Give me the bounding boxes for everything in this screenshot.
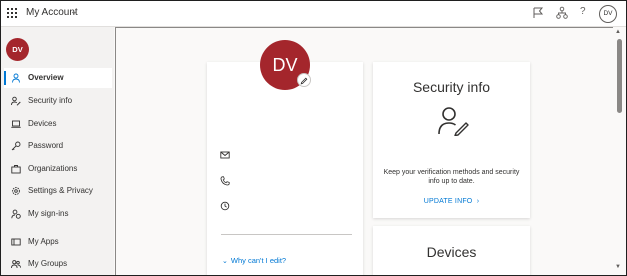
chevron-down-icon[interactable]: ⌄: [70, 6, 78, 17]
sidebar-item-my-sign-ins[interactable]: My sign-ins: [4, 204, 112, 224]
security-info-card[interactable]: Security info Keep your verification met…: [373, 62, 530, 218]
organization-icon[interactable]: [555, 6, 569, 20]
sidebar-item-label: Organizations: [28, 164, 78, 173]
sidebar-item-label: My sign-ins: [28, 209, 69, 218]
profile-card: [207, 62, 363, 275]
sidebar-item-password[interactable]: Password: [4, 136, 112, 156]
app-window: My Account ⌄ ? DV DV Overview Security i…: [0, 0, 627, 276]
scrollbar-thumb[interactable]: [617, 39, 622, 113]
sidebar-item-label: Overview: [28, 73, 64, 82]
edit-photo-icon[interactable]: [297, 73, 311, 87]
sidebar-item-devices[interactable]: Devices: [4, 114, 112, 134]
briefcase-icon: [11, 165, 21, 174]
top-bar: My Account ⌄ ? DV: [1, 1, 626, 27]
sidebar-item-organizations[interactable]: Organizations: [4, 159, 112, 179]
help-icon[interactable]: ?: [580, 6, 586, 17]
sidebar-item-label: Password: [28, 141, 64, 150]
account-avatar[interactable]: DV: [599, 5, 617, 23]
key-icon: [11, 141, 21, 151]
sidebar-item-label: My Groups: [28, 259, 68, 268]
sidebar-avatar[interactable]: DV: [6, 38, 29, 61]
gear-icon: [12, 187, 20, 195]
scroll-down-icon[interactable]: ▼: [615, 264, 621, 270]
sidebar-item-label: Security info: [28, 96, 73, 105]
sidebar: DV Overview Security info Devices Passwo…: [1, 27, 114, 275]
security-info-title: Security info: [412, 79, 491, 95]
sidebar-item-settings-privacy[interactable]: Settings & Privacy: [4, 181, 112, 201]
email-icon: [220, 151, 230, 159]
update-info-link[interactable]: UPDATE INFO ›: [373, 198, 530, 205]
chevron-down-icon: ⌄: [222, 258, 228, 265]
sidebar-item-overview[interactable]: Overview: [4, 68, 112, 88]
chevron-right-icon: ›: [474, 198, 480, 205]
security-info-icon: [11, 96, 21, 106]
devices-card[interactable]: Devices: [373, 226, 530, 275]
clock-icon: [220, 201, 230, 211]
profile-divider: [221, 234, 352, 235]
sidebar-item-my-apps[interactable]: My Apps: [4, 232, 112, 252]
sidebar-item-my-groups[interactable]: My Groups: [4, 254, 112, 274]
scrollbar[interactable]: ▲ ▼: [613, 27, 626, 275]
apps-icon: [11, 238, 21, 246]
sidebar-item-security-info[interactable]: Security info: [4, 91, 112, 111]
sidebar-item-label: Devices: [28, 119, 57, 128]
devices-title: Devices: [426, 244, 477, 260]
laptop-icon: [11, 120, 21, 128]
sign-ins-icon: [11, 209, 21, 219]
sidebar-item-label: My Apps: [28, 237, 59, 246]
feedback-icon[interactable]: [531, 6, 545, 20]
app-launcher-icon[interactable]: [7, 8, 17, 18]
groups-icon: [11, 260, 21, 269]
scroll-up-icon[interactable]: ▲: [615, 29, 621, 35]
person-icon: [12, 73, 20, 83]
security-info-icon: [438, 107, 469, 136]
main-content: Security info Keep your verification met…: [115, 27, 614, 275]
sidebar-item-label: Settings & Privacy: [28, 186, 93, 195]
why-cant-i-edit-label: Why can't I edit?: [230, 256, 287, 265]
security-info-description: Keep your verification methods and secur…: [383, 169, 520, 185]
phone-icon: [220, 176, 230, 186]
why-cant-i-edit-link[interactable]: ⌄ Why can't I edit?: [222, 256, 286, 265]
update-info-label: UPDATE INFO: [423, 198, 473, 205]
